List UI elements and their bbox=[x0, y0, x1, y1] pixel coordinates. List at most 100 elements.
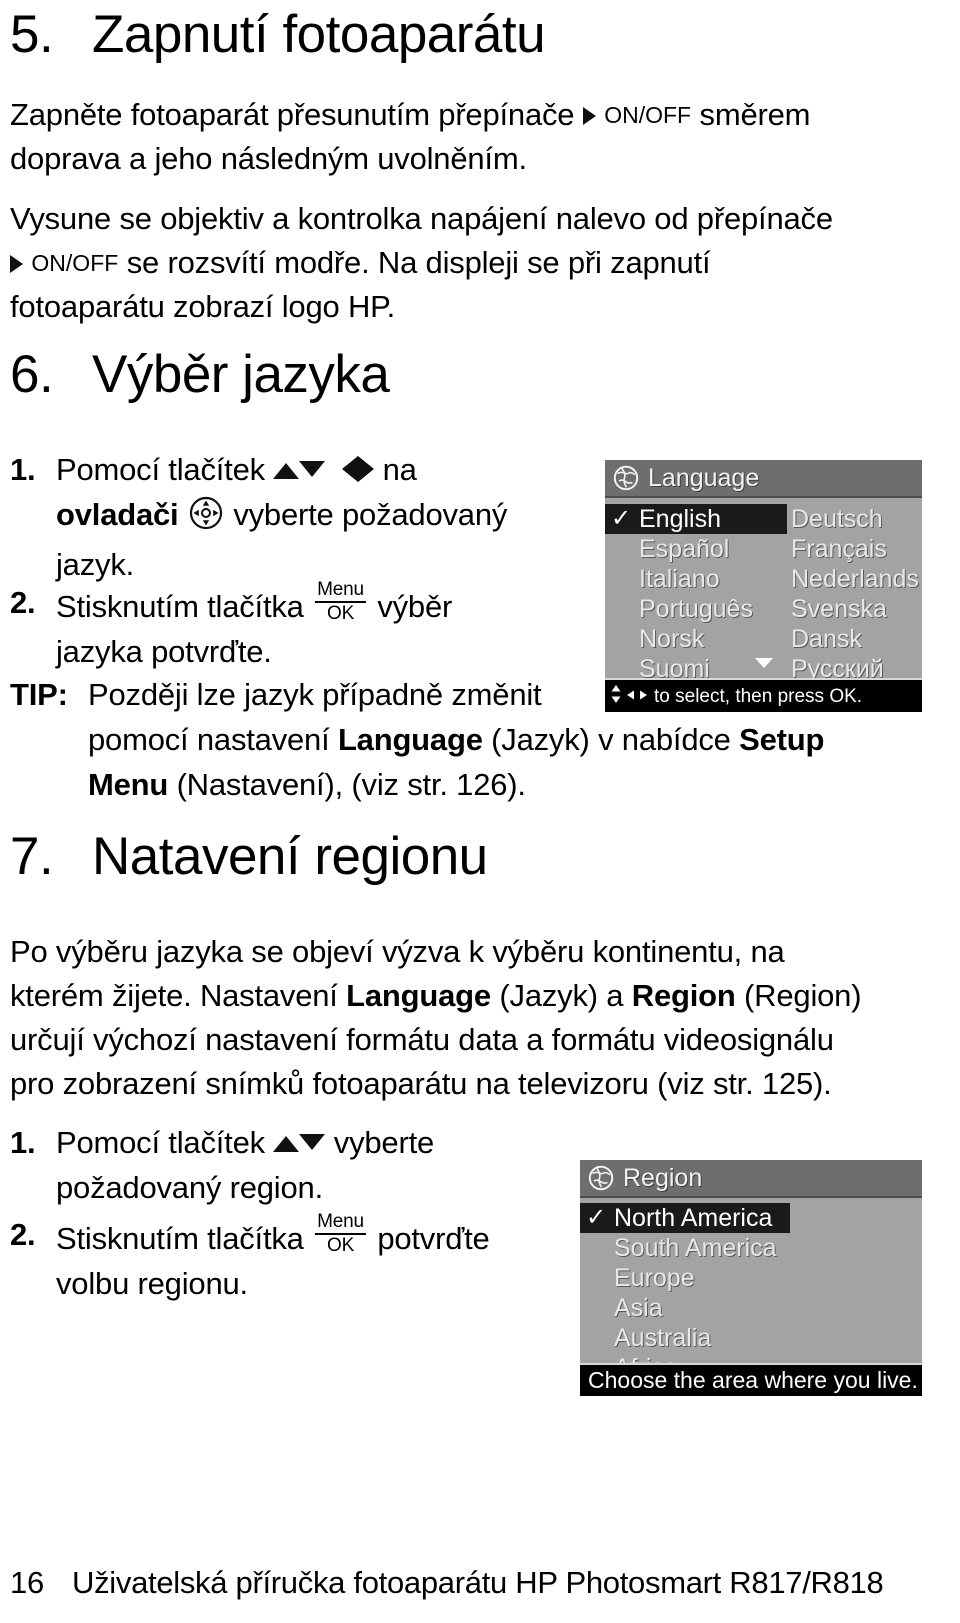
tip-line-2a: pomocí nastavení bbox=[88, 722, 330, 757]
menu-ok-button-icon: Menu OK bbox=[315, 1212, 366, 1256]
language-option-portugues[interactable]: Português bbox=[605, 594, 787, 624]
ok-label: OK bbox=[326, 603, 355, 624]
s7-step1-text-a: Pomocí tlačítek bbox=[56, 1125, 265, 1160]
section-6-step-2: 2. Stisknutím tlačítka Menu OK výběr jaz… bbox=[10, 580, 570, 674]
section-5-title: Zapnutí fotoaparátu bbox=[92, 5, 546, 64]
language-menu-title: Language bbox=[648, 463, 760, 492]
language-menu-screenshot: Language ✓ English Español Italiano Port… bbox=[605, 460, 922, 712]
option-label: Nederlands bbox=[791, 564, 919, 593]
check-icon: ✓ bbox=[611, 505, 632, 532]
menu-ok-button-icon: Menu OK bbox=[315, 580, 366, 624]
manual-page: 5. Zapnutí fotoaparátu Zapněte fotoaparát… bbox=[0, 0, 960, 1623]
step-marker: 2. bbox=[10, 1217, 36, 1252]
para1-line1: Zapněte fotoaparát přesunutím přepínače bbox=[10, 97, 575, 132]
section-7-step-1: 1. Pomocí tlačítek vyberte požadovaný re… bbox=[10, 1120, 570, 1210]
s7-para-line1: Po výběru jazyka se objeví výzva k výběr… bbox=[10, 934, 785, 969]
globe-icon bbox=[588, 1165, 614, 1191]
para1-line1-tail: směrem bbox=[699, 97, 811, 132]
arrow-up-icon bbox=[273, 463, 300, 479]
option-label: Português bbox=[639, 594, 753, 623]
para2-line1: Vysune se objektiv a kontrolka napájení … bbox=[10, 201, 833, 236]
language-option-svenska[interactable]: Svenska bbox=[787, 594, 922, 624]
check-icon: ✓ bbox=[586, 1204, 607, 1231]
globe-icon bbox=[613, 465, 639, 491]
arrow-down-icon bbox=[299, 1134, 326, 1150]
section-7-paragraph: Po výběru jazyka se objeví výzva k výběr… bbox=[10, 930, 955, 1106]
section-5-paragraph-1: Zapněte fotoaparát přesunutím přepínače … bbox=[10, 93, 950, 181]
step-marker: 1. bbox=[10, 452, 36, 487]
language-option-english[interactable]: ✓ English bbox=[605, 504, 787, 534]
para2-line2: se rozsvítí modře. Na displeji se při za… bbox=[126, 245, 711, 280]
s7-para-line2e: (Region) bbox=[744, 978, 862, 1013]
option-label: Norsk bbox=[639, 624, 705, 653]
section-7-heading: 7. Natavení regionu bbox=[10, 830, 488, 883]
step2-text-b: výběr bbox=[377, 589, 453, 624]
language-option-dansk[interactable]: Dansk bbox=[787, 624, 922, 654]
arrow-down-icon bbox=[299, 461, 326, 477]
tip-line-2c: (Jazyk) v nabídce bbox=[491, 722, 731, 757]
s7-para-line4: pro zobrazení snímků fotoaparátu na tele… bbox=[10, 1066, 832, 1101]
option-label: North America bbox=[614, 1203, 773, 1232]
s7-bold-region: Region bbox=[631, 978, 736, 1013]
region-option-asia[interactable]: Asia bbox=[580, 1293, 922, 1323]
language-option-nederlands[interactable]: Nederlands bbox=[787, 564, 922, 594]
section-5-number: 5. bbox=[10, 5, 54, 64]
language-option-francais[interactable]: Français bbox=[787, 534, 922, 564]
option-label: English bbox=[639, 504, 721, 533]
arrow-left-icon bbox=[342, 456, 359, 482]
s7-step1-text-b: vyberte bbox=[333, 1125, 435, 1160]
region-menu-status-text: Choose the area where you live. bbox=[588, 1367, 918, 1393]
option-label: Français bbox=[791, 534, 887, 563]
section-6-number: 6. bbox=[10, 345, 54, 404]
s7-step2-text-c: volbu regionu. bbox=[56, 1266, 248, 1301]
language-menu-column-left: ✓ English Español Italiano Português Nor… bbox=[605, 504, 787, 684]
language-menu-status-text: to select, then press OK. bbox=[654, 685, 863, 707]
menu-label: Menu bbox=[315, 580, 366, 603]
tip-bold-language: Language bbox=[337, 722, 483, 757]
arrow-right-icon bbox=[358, 456, 375, 482]
option-label: Dansk bbox=[791, 624, 862, 653]
switch-arrow-icon-2 bbox=[10, 255, 23, 273]
menu-label: Menu bbox=[315, 1212, 366, 1235]
section-6-heading: 6. Výběr jazyka bbox=[10, 345, 390, 404]
ok-label: OK bbox=[326, 1235, 355, 1256]
updown-arrow-icon bbox=[610, 684, 622, 708]
option-label: Italiano bbox=[639, 564, 720, 593]
tip-bold-menu: Menu bbox=[88, 767, 169, 802]
step2-text-a: Stisknutím tlačítka bbox=[56, 589, 304, 624]
para2-line3: fotoaparátu zobrazí logo HP. bbox=[10, 289, 396, 324]
region-option-south-america[interactable]: South America bbox=[580, 1233, 922, 1263]
step1-text-b: na bbox=[382, 452, 417, 487]
language-option-italiano[interactable]: Italiano bbox=[605, 564, 787, 594]
step-marker: 1. bbox=[10, 1125, 36, 1160]
switch-arrow-icon bbox=[582, 107, 596, 125]
controller-icon bbox=[189, 496, 223, 542]
page-footer: 16 Uživatelská příručka fotoaparátu HP Ph… bbox=[10, 1565, 884, 1601]
language-option-espanol[interactable]: Español bbox=[605, 534, 787, 564]
s7-bold-language: Language bbox=[346, 978, 491, 1013]
region-menu-list: ✓ North America South America Europe Asi… bbox=[580, 1198, 922, 1380]
tip-line-3b: (Nastavení), (viz str. 126). bbox=[176, 767, 526, 802]
language-menu-titlebar: Language bbox=[605, 460, 922, 498]
s7-para-line2c: (Jazyk) a bbox=[499, 978, 624, 1013]
s7-para-line3: určují výchozí nastavení formátu data a … bbox=[10, 1022, 834, 1057]
language-menu-column-right: Deutsch Français Nederlands Svenska Dans… bbox=[787, 504, 922, 684]
language-option-deutsch[interactable]: Deutsch bbox=[787, 504, 922, 534]
onoff-label-2: ON/OFF bbox=[31, 250, 119, 276]
leftright-arrow-icon bbox=[626, 687, 648, 706]
region-option-australia[interactable]: Australia bbox=[580, 1323, 922, 1353]
language-menu-list: ✓ English Español Italiano Português Nor… bbox=[605, 498, 922, 681]
region-option-europe[interactable]: Europe bbox=[580, 1263, 922, 1293]
s7-para-line2a: kterém žijete. Nastavení bbox=[10, 978, 338, 1013]
onoff-label: ON/OFF bbox=[604, 102, 692, 128]
region-menu-statusbar: Choose the area where you live. bbox=[580, 1363, 922, 1396]
option-label: Australia bbox=[614, 1323, 712, 1352]
option-label: Español bbox=[639, 534, 730, 563]
language-option-norsk[interactable]: Norsk bbox=[605, 624, 787, 654]
option-label: Deutsch bbox=[791, 504, 883, 533]
s7-step2-text-b: potvrďte bbox=[377, 1221, 490, 1256]
section-6-title: Výběr jazyka bbox=[92, 345, 390, 404]
section-5-paragraph-2: Vysune se objektiv a kontrolka napájení … bbox=[10, 197, 955, 329]
scroll-down-indicator-icon bbox=[754, 658, 773, 668]
region-option-north-america[interactable]: ✓ North America bbox=[580, 1203, 790, 1233]
